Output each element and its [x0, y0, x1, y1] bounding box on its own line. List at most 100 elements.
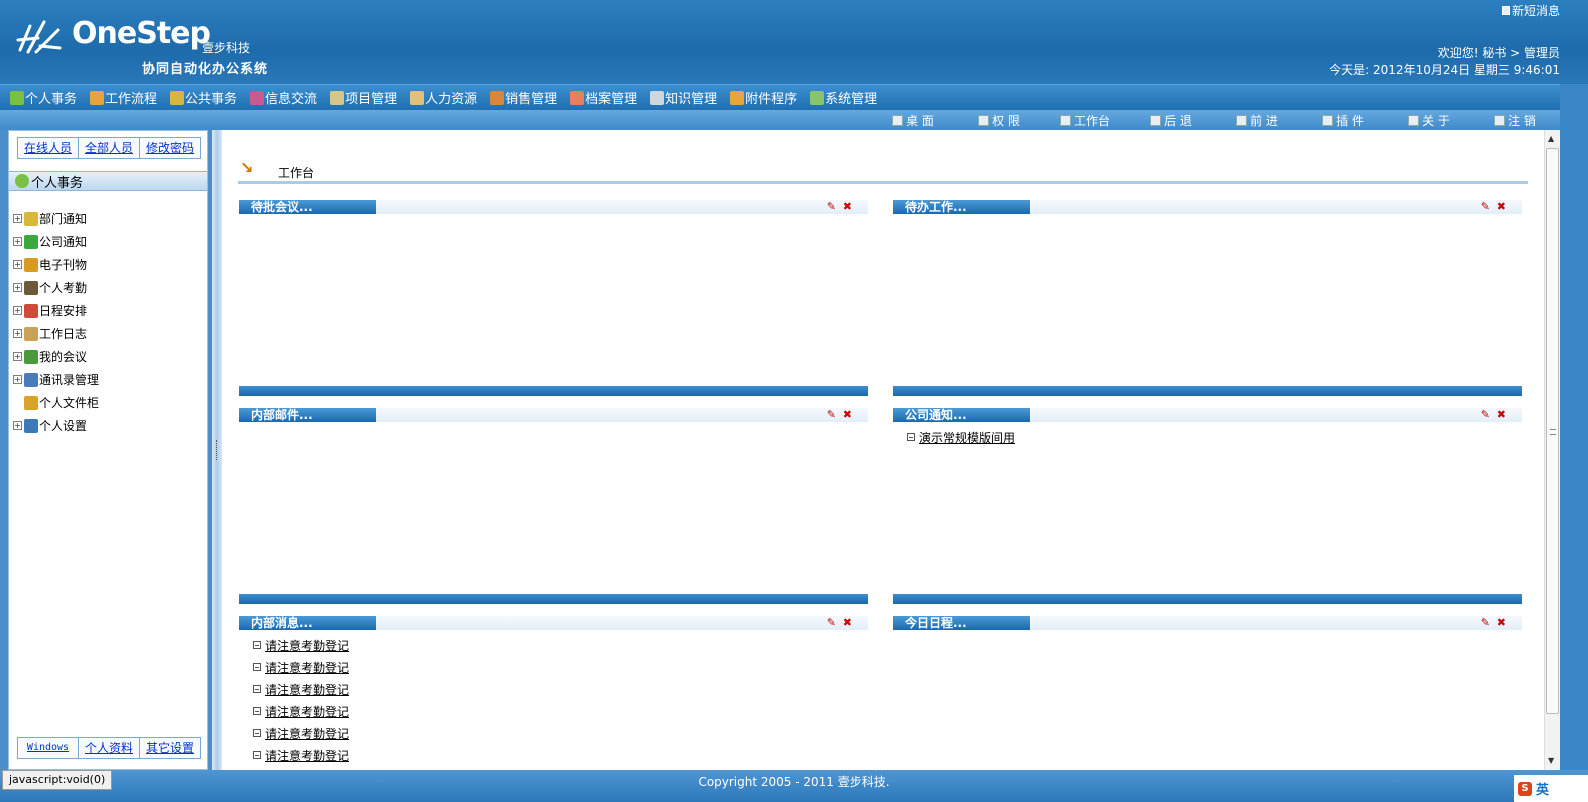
menu-item-10[interactable]: 系统管理 — [810, 88, 877, 107]
menu-item-label: 附件程序 — [745, 92, 798, 107]
menu-item-4[interactable]: 项目管理 — [330, 88, 397, 107]
close-x-icon[interactable]: ✖ — [843, 408, 852, 422]
toolbar-item-label: 桌 面 — [906, 113, 934, 128]
sidebar-bottom-tab-1[interactable]: 个人资料 — [79, 738, 140, 758]
splitter-grip[interactable] — [216, 440, 218, 460]
attachment-icon — [730, 90, 745, 105]
menu-item-9[interactable]: 附件程序 — [730, 88, 797, 107]
edit-pencil-icon[interactable]: ✎ — [1481, 616, 1490, 630]
onestep-logo-icon — [16, 20, 62, 54]
scroll-down-icon[interactable]: ▼ — [1548, 756, 1554, 765]
browser-status-bar: javascript:void(0) — [2, 770, 113, 790]
workspace-title-bar: ↘ 工作台 — [238, 154, 1528, 184]
tree-node-7[interactable]: + 通讯录管理 — [13, 368, 99, 391]
tree-node-8[interactable]: 个人文件柜 — [13, 391, 99, 414]
toolbar-item-3[interactable]: 后 退 — [1128, 112, 1214, 129]
menu-item-1[interactable]: 工作流程 — [90, 88, 157, 107]
tree-node-4[interactable]: + 日程安排 — [13, 299, 99, 322]
menu-item-2[interactable]: 公共事务 — [170, 88, 237, 107]
tree-node-label: 通讯录管理 — [39, 373, 100, 387]
sidebar-top-tab-1[interactable]: 全部人员 — [79, 138, 140, 158]
expand-plus-icon[interactable]: + — [13, 237, 22, 246]
workspace-title: 工作台 — [278, 166, 315, 180]
footer: Copyright 2005 - 2011 壹步科技. — [0, 770, 1588, 802]
sidebar-bottom-tab-2[interactable]: 其它设置 — [140, 738, 200, 758]
expand-plus-icon[interactable]: + — [13, 421, 22, 430]
sidebar-section-header[interactable]: 个人事务 — [9, 171, 207, 191]
expand-plus-icon[interactable]: + — [13, 375, 22, 384]
expand-plus-icon[interactable]: + — [13, 260, 22, 269]
sidebar-splitter[interactable] — [212, 130, 222, 770]
list-item-link[interactable]: 请注意考勤登记 — [265, 637, 349, 654]
collapse-box-icon — [253, 707, 261, 715]
edit-pencil-icon[interactable]: ✎ — [1481, 408, 1490, 422]
toolbar-item-1[interactable]: 权 限 — [956, 112, 1042, 129]
expand-plus-icon[interactable]: + — [13, 306, 22, 315]
tree-node-3[interactable]: + 个人考勤 — [13, 276, 99, 299]
tree-node-0[interactable]: + 部门通知 — [13, 207, 99, 230]
toolbar-item-2[interactable]: 工作台 — [1042, 112, 1128, 129]
scroll-up-icon[interactable]: ▲ — [1548, 134, 1554, 143]
sidebar-bottom-tab-0[interactable]: Windows — [18, 738, 79, 758]
portlet-title[interactable]: 待办工作... — [893, 200, 1030, 214]
menu-item-7[interactable]: 档案管理 — [570, 88, 637, 107]
portlet-title[interactable]: 今日日程... — [893, 616, 1030, 630]
expand-plus-icon[interactable]: + — [13, 283, 22, 292]
close-x-icon[interactable]: ✖ — [843, 200, 852, 214]
tree-node-1[interactable]: + 公司通知 — [13, 230, 99, 253]
tree-node-9[interactable]: + 个人设置 — [13, 414, 99, 437]
toolbar-item-0[interactable]: 桌 面 — [870, 112, 956, 129]
tree-node-label: 电子刊物 — [39, 258, 88, 272]
list-item-link[interactable]: 演示常规模版间用 — [919, 429, 1015, 446]
expand-plus-icon[interactable]: + — [13, 329, 22, 338]
list-item-link[interactable]: 请注意考勤登记 — [265, 659, 349, 676]
expand-plus-icon[interactable]: + — [13, 352, 22, 361]
tree-node-2[interactable]: + 电子刊物 — [13, 253, 99, 276]
portlet-title[interactable]: 公司通知... — [893, 408, 1030, 422]
new-sms-link[interactable]: 新短消息 — [1501, 2, 1560, 19]
menu-item-label: 项目管理 — [345, 92, 398, 107]
portlet-title[interactable]: 待批会议... — [239, 200, 376, 214]
list-item-link[interactable]: 请注意考勤登记 — [265, 703, 349, 720]
list-item-link[interactable]: 请注意考勤登记 — [265, 681, 349, 698]
menu-item-8[interactable]: 知识管理 — [650, 88, 717, 107]
edit-pencil-icon[interactable]: ✎ — [1481, 200, 1490, 214]
app-header: OneStep 壹步科技 协同自动化办公系统 新短消息 欢迎您! 秘书 > 管理… — [0, 0, 1588, 84]
toolbar-item-label: 关 于 — [1422, 113, 1450, 128]
toolbar-item-7[interactable]: 注 销 — [1472, 112, 1558, 129]
list-item-link[interactable]: 请注意考勤登记 — [265, 725, 349, 742]
tree-node-label: 个人文件柜 — [39, 396, 100, 410]
toolbar-item-4[interactable]: 前 进 — [1214, 112, 1300, 129]
user-info: 欢迎您! 秘书 > 管理员 今天是: 2012年10月24日 星期三 9:46:… — [1329, 45, 1560, 79]
toolbar-item-5[interactable]: 插 件 — [1300, 112, 1386, 129]
ime-indicator[interactable]: S 英 — [1514, 775, 1588, 802]
sidebar-top-tab-2[interactable]: 修改密码 — [140, 138, 200, 158]
tree-node-6[interactable]: + 我的会议 — [13, 345, 99, 368]
close-x-icon[interactable]: ✖ — [1497, 616, 1506, 630]
close-x-icon[interactable]: ✖ — [1497, 408, 1506, 422]
system-icon — [810, 90, 825, 105]
portlet-header: 今日日程... ✎ ✖ — [893, 616, 1522, 630]
edit-pencil-icon[interactable]: ✎ — [827, 200, 836, 214]
edit-pencil-icon[interactable]: ✎ — [827, 616, 836, 630]
menu-item-0[interactable]: 个人事务 — [10, 88, 77, 107]
portlet-title[interactable]: 内部消息... — [239, 616, 376, 630]
list-item: 请注意考勤登记 — [253, 744, 349, 766]
current-datetime: 今天是: 2012年10月24日 星期三 9:46:01 — [1329, 63, 1560, 77]
close-x-icon[interactable]: ✖ — [843, 616, 852, 630]
expand-plus-icon[interactable]: + — [13, 214, 22, 223]
thumb-grip-icon — [1550, 429, 1556, 435]
list-item-link[interactable]: 请注意考勤登记 — [265, 747, 349, 764]
sidebar-top-tab-0[interactable]: 在线人员 — [18, 138, 79, 158]
close-x-icon[interactable]: ✖ — [1497, 200, 1506, 214]
scrollbar-thumb[interactable] — [1546, 148, 1559, 714]
portlet-title[interactable]: 内部邮件... — [239, 408, 376, 422]
menu-item-3[interactable]: 信息交流 — [250, 88, 317, 107]
menu-item-5[interactable]: 人力资源 — [410, 88, 477, 107]
tree-node-5[interactable]: + 工作日志 — [13, 322, 99, 345]
vertical-scrollbar[interactable]: ▲ ▼ — [1544, 130, 1560, 770]
menu-item-6[interactable]: 销售管理 — [490, 88, 557, 107]
edit-pencil-icon[interactable]: ✎ — [827, 408, 836, 422]
toolbar-item-6[interactable]: 关 于 — [1386, 112, 1472, 129]
message-icon — [1501, 6, 1510, 15]
